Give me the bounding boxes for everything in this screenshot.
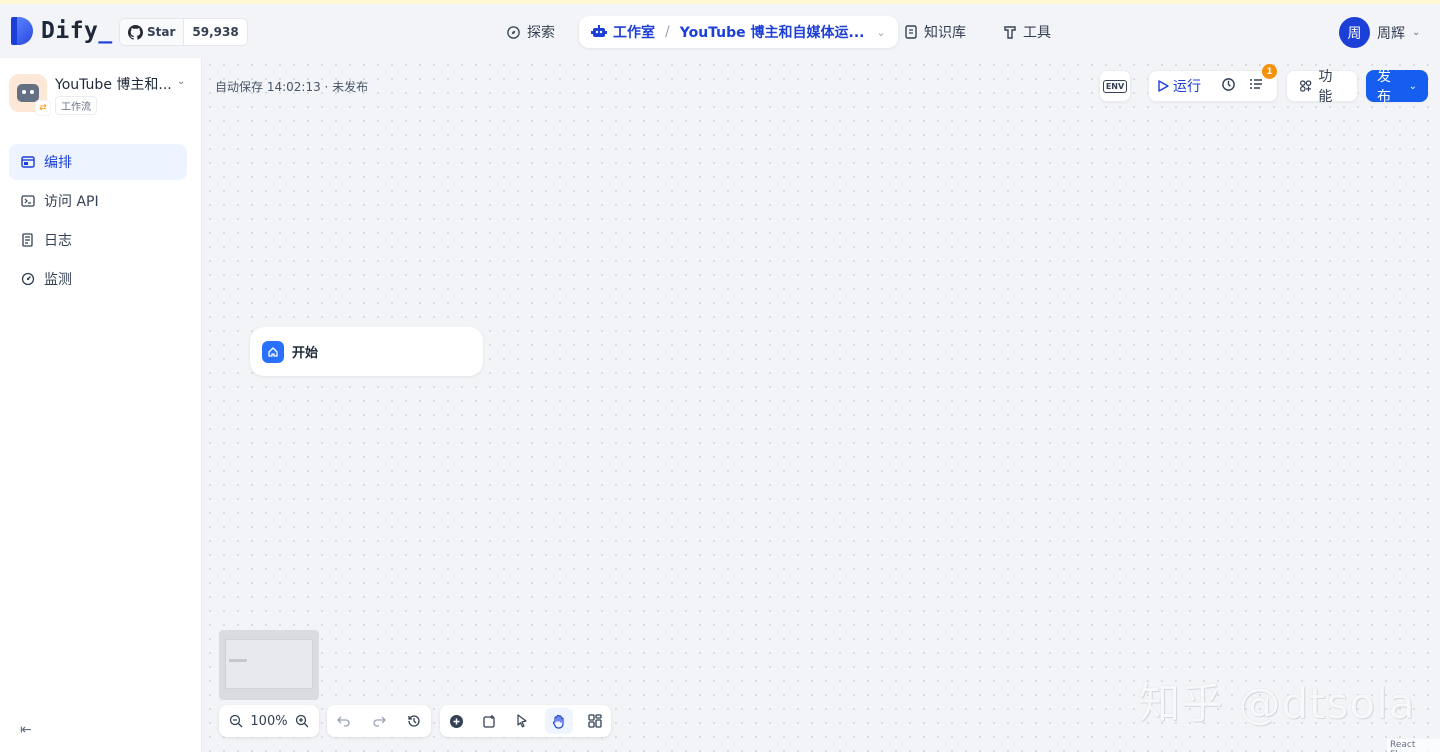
app-info[interactable]: ⇄ YouTube 博主和... ⌄ 工作流 [9,74,194,116]
sidebar-item-api[interactable]: 访问 API [9,183,187,219]
monitor-icon [21,272,35,286]
github-star-count: 59,938 [183,19,247,45]
organize-icon[interactable] [584,710,606,732]
sidebar-item-monitor[interactable]: 监测 [9,261,187,297]
run-button[interactable]: 运行 [1157,76,1211,96]
nav-tools-label: 工具 [1023,25,1051,41]
terminal-icon [21,195,35,207]
sidebar-item-label: 编排 [44,155,72,171]
brand-name: Dify_ [41,18,113,44]
undo-icon[interactable] [333,710,355,732]
autosave-status: 自动保存 14:02:13 · 未发布 [215,80,369,94]
sidebar-item-label: 监测 [44,272,72,288]
history-controls [327,705,431,737]
start-node[interactable]: 开始 [250,327,483,376]
zoom-controls: 100% [219,705,319,737]
nav-tools[interactable]: 工具 [1003,16,1051,48]
publish-label: 发布 [1377,69,1391,105]
collapse-sidebar-icon[interactable]: ⇤ [20,722,32,738]
github-icon [128,24,143,40]
zoom-level[interactable]: 100% [250,714,287,729]
chevron-down-icon: ⌄ [1408,80,1417,92]
features-icon [1299,80,1312,92]
github-star-label: Star [147,25,176,39]
sidebar-menu: 编排 访问 API 日志 监测 [9,144,187,300]
log-icon [22,233,33,247]
dify-logo-icon [11,17,33,45]
layout-icon [21,156,35,168]
sidebar-item-label: 访问 API [44,194,99,210]
watermark: 知乎 @dtsola [1138,679,1416,728]
react-flow-attribution[interactable]: React Flow [1387,739,1440,752]
history-button[interactable] [1217,77,1239,96]
user-menu[interactable]: 周 周辉 ⌄ [1339,17,1420,48]
run-toolbar: 运行 1 [1148,64,1278,102]
zoom-out-icon[interactable] [225,710,247,732]
nav-studio[interactable]: 工作室 / YouTube 博主和自媒体运... ⌄ [579,16,898,48]
env-button[interactable]: ENV [1099,70,1131,102]
nav-knowledge[interactable]: 知识库 [904,16,966,48]
version-history-icon[interactable] [403,710,425,732]
sidebar-item-orchestrate[interactable]: 编排 [9,144,187,180]
workflow-canvas[interactable]: 自动保存 14:02:13 · 未发布 ENV 运行 1 功能 发布 ⌄ 开始 [203,58,1440,752]
chevron-down-icon: ⌄ [1412,27,1421,38]
hand-icon[interactable] [544,708,573,734]
minimap[interactable] [219,630,319,700]
github-star-button[interactable]: Star 59,938 [119,18,248,46]
minimap-node [229,659,247,662]
tool-icon [1004,26,1016,39]
dify-logo[interactable]: Dify_ [11,17,113,45]
clock-play-icon [1221,77,1235,91]
publish-button[interactable]: 发布 ⌄ [1366,69,1428,105]
book-icon [905,25,917,39]
chevron-down-icon: ⌄ [876,25,886,39]
features-button[interactable]: 功能 [1286,69,1358,105]
robot-icon [591,25,607,37]
run-label: 运行 [1173,79,1201,95]
start-node-label: 开始 [292,346,319,361]
nav-explore-label: 探索 [527,25,555,41]
top-header: Dify_ Star 59,938 探索 工作室 / YouTube 博主和自媒… [0,4,1440,58]
current-app-selector[interactable]: YouTube 博主和自媒体运... [680,22,865,42]
robot-icon [17,84,39,102]
chevron-down-icon[interactable]: ⌄ [177,76,185,87]
sidebar-item-label: 日志 [44,233,72,249]
checklist-icon [1250,79,1262,89]
zoom-in-icon[interactable] [291,710,313,732]
play-icon [1158,80,1169,92]
avatar: 周 [1339,17,1370,48]
user-name: 周辉 [1377,25,1405,42]
github-star: Star [120,19,183,45]
nav-knowledge-label: 知识库 [924,25,966,41]
nav-explore[interactable]: 探索 [506,16,555,48]
add-node-icon[interactable] [446,710,468,732]
canvas-tools [440,705,611,737]
features-label: 功能 [1318,69,1333,105]
app-sidebar: ⇄ YouTube 博主和... ⌄ 工作流 编排 访问 API 日志 监测 ⇤ [0,58,202,752]
compass-icon [507,25,520,39]
nav-studio-label: 工作室 [613,25,655,41]
add-note-icon[interactable] [479,710,501,732]
nav-separator: / [665,24,670,40]
checklist-button[interactable]: 1 [1245,64,1277,95]
home-icon [262,340,284,363]
app-type-badge: 工作流 [55,96,97,115]
app-name: YouTube 博主和... [55,77,172,93]
pointer-icon[interactable] [512,710,534,732]
checklist-badge: 1 [1262,64,1277,79]
env-icon: ENV [1102,79,1128,93]
sidebar-item-logs[interactable]: 日志 [9,222,187,258]
minimap-viewport[interactable] [225,639,313,689]
workflow-icon: ⇄ [35,100,51,116]
redo-icon[interactable] [368,710,390,732]
